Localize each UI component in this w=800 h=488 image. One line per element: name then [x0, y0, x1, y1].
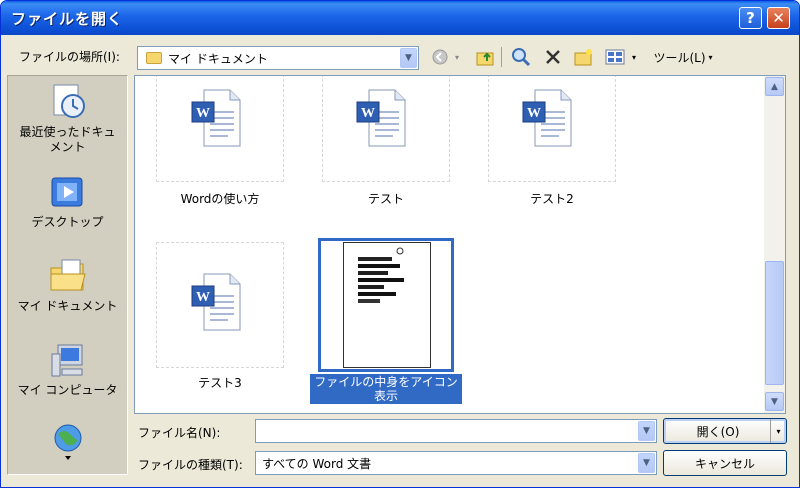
scroll-up-button[interactable]: ▲ — [765, 77, 784, 96]
chevron-down-icon[interactable]: ▼ — [400, 48, 417, 68]
delete-icon — [546, 50, 560, 64]
file-list[interactable]: W Wordの使い方 W テスト W テスト2 W テスト3 ファイルの中身をア… — [134, 75, 786, 414]
place-label: マイ ドキュメント — [17, 299, 118, 313]
folder-icon — [146, 52, 162, 64]
desktop-icon — [51, 177, 82, 207]
views-dropdown[interactable]: ▾ — [628, 45, 640, 69]
word-document-icon: W — [522, 89, 572, 147]
network-places-icon — [54, 424, 81, 460]
filename-input[interactable]: ▼ — [255, 419, 657, 443]
close-button[interactable]: ✕ — [767, 7, 790, 29]
places-bar: 最近使ったドキュメント デスクトップ マイ ドキュメント マイ コンピュータ — [7, 75, 128, 475]
document-preview-icon — [358, 247, 404, 303]
cancel-button[interactable]: キャンセル — [663, 450, 787, 476]
filetype-label: ファイルの種類(T): — [138, 458, 243, 472]
place-recent-documents[interactable]: 最近使ったドキュメント — [8, 82, 127, 155]
my-documents-icon — [50, 259, 86, 291]
back-icon — [432, 49, 448, 65]
chevron-down-icon: ▼ — [771, 396, 778, 407]
look-in-label: ファイルの場所(I): — [19, 50, 120, 64]
file-name: テスト — [367, 192, 404, 206]
my-computer-icon — [51, 344, 82, 377]
search-web-icon — [512, 48, 531, 67]
place-desktop[interactable]: デスクトップ — [8, 174, 127, 230]
tools-menu-label: ツール(L) — [653, 50, 706, 65]
file-name: Wordの使い方 — [180, 192, 260, 206]
document-preview-thumbnail — [343, 242, 431, 368]
filetype-value: すべての Word 文書 — [262, 457, 372, 471]
word-document-icon: W — [191, 273, 241, 331]
open-button-label: 開く(O) — [696, 424, 740, 439]
svg-text:W: W — [361, 106, 375, 121]
place-my-documents[interactable]: マイ ドキュメント — [8, 256, 127, 314]
filetype-dropdown[interactable]: すべての Word 文書 ▼ — [255, 451, 657, 475]
place-label: マイ コンピュータ — [17, 383, 118, 397]
chevron-up-icon: ▲ — [771, 81, 778, 92]
new-folder-button[interactable] — [571, 45, 595, 69]
cancel-button-label: キャンセル — [694, 456, 755, 471]
file-name: テスト3 — [198, 376, 242, 390]
file-name: テスト2 — [530, 192, 574, 206]
dialog-title: ファイルを開く — [11, 10, 124, 28]
filename-label: ファイル名(N): — [138, 426, 221, 440]
recent-documents-icon — [53, 84, 85, 118]
help-button[interactable]: ? — [739, 7, 762, 29]
scroll-thumb[interactable] — [765, 261, 784, 385]
scroll-down-button[interactable]: ▼ — [765, 392, 784, 411]
place-label: 最近使ったドキュメント — [19, 125, 116, 154]
place-label: デスクトップ — [31, 215, 104, 229]
tools-menu[interactable]: ツール(L) ▾ — [645, 45, 721, 69]
title-bar[interactable]: ファイルを開く ? ✕ — [1, 1, 799, 35]
views-icon — [605, 49, 625, 65]
new-folder-icon — [574, 49, 592, 66]
chevron-down-icon[interactable]: ▼ — [638, 421, 655, 441]
svg-text:W: W — [527, 106, 541, 121]
back-dropdown[interactable]: ▾ — [452, 45, 462, 69]
up-folder-button[interactable] — [473, 45, 497, 69]
toolbar-divider — [501, 47, 502, 67]
word-document-icon: W — [191, 89, 241, 147]
back-button[interactable] — [429, 45, 451, 69]
close-icon: ✕ — [772, 9, 785, 27]
vertical-scrollbar[interactable]: ▲ ▼ — [764, 76, 785, 413]
word-document-icon: W — [356, 89, 406, 147]
open-options-dropdown[interactable]: ▾ — [770, 419, 786, 443]
place-network[interactable] — [8, 422, 127, 465]
place-my-computer[interactable]: マイ コンピュータ — [8, 342, 127, 398]
search-web-button[interactable] — [509, 45, 533, 69]
look-in-dropdown[interactable]: マイ ドキュメント ▼ — [137, 46, 419, 70]
views-button[interactable] — [603, 45, 627, 69]
file-name: ファイルの中身をアイコン表示 — [310, 374, 462, 404]
up-folder-icon — [476, 52, 494, 66]
svg-text:W: W — [196, 106, 210, 121]
open-file-dialog: ファイルを開く ? ✕ ファイルの場所(I): マイ ドキュメント ▼ ▾ ▾ … — [0, 0, 800, 488]
chevron-down-icon[interactable]: ▼ — [638, 453, 655, 473]
open-button[interactable]: 開く(O) ▾ — [663, 418, 787, 444]
delete-button[interactable] — [541, 45, 565, 69]
svg-text:W: W — [196, 290, 210, 305]
look-in-value: マイ ドキュメント — [168, 52, 268, 66]
help-icon: ? — [746, 9, 755, 27]
